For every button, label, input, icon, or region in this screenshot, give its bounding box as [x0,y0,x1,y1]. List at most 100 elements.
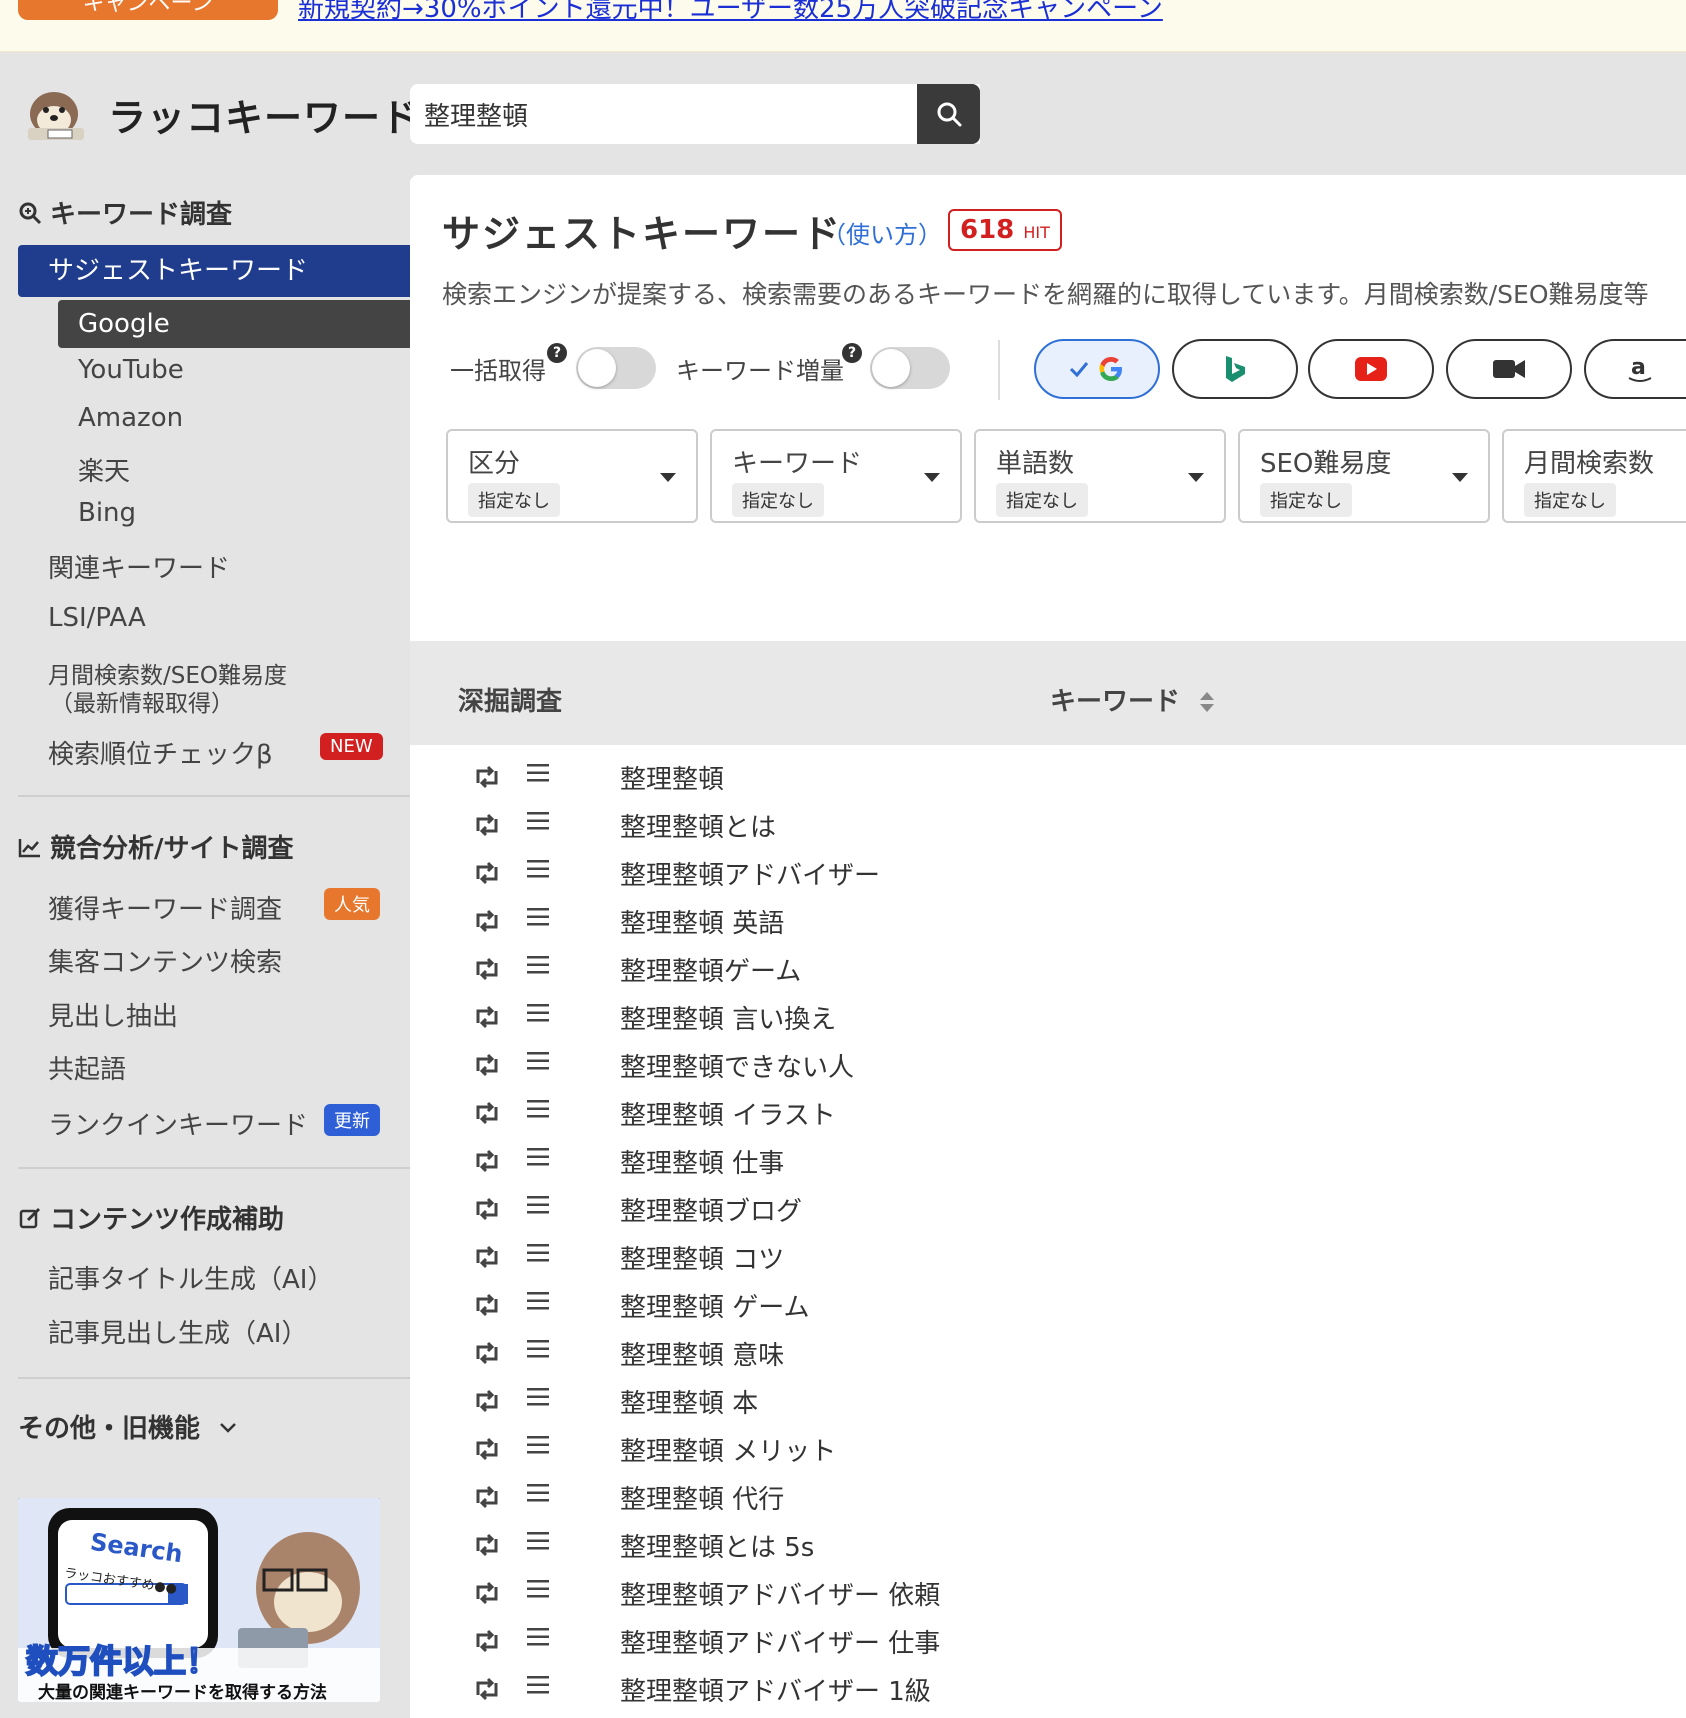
dig-deeper-icon[interactable] [472,1483,502,1511]
dig-deeper-icon[interactable] [472,1675,502,1703]
menu-icon[interactable] [526,1673,550,1697]
menu-icon[interactable] [526,1529,550,1553]
dig-deeper-icon[interactable] [472,763,502,791]
keyword-text[interactable]: 整理整頓 [620,759,724,796]
dig-deeper-icon[interactable] [472,859,502,887]
sidebar-subitem-google[interactable]: Google [58,300,410,348]
engine-amazon-button[interactable]: a [1584,339,1686,399]
engine-video-button[interactable] [1446,339,1572,399]
search-button[interactable] [917,84,980,144]
filter-seo-difficulty[interactable]: SEO難易度 指定なし [1238,429,1490,523]
sidebar-item-cooccurrence[interactable]: 共起語 [48,1049,126,1086]
column-keyword[interactable]: キーワード [1050,681,1215,718]
keyword-text[interactable]: 整理整頓できない人 [620,1047,854,1084]
help-icon[interactable]: ? [547,343,567,363]
sidebar-item-rank-check[interactable]: 検索順位チェックβ [48,734,273,771]
keyword-text[interactable]: 整理整頓 言い換え [620,999,836,1036]
sidebar-item-rankin-keywords[interactable]: ランクインキーワード [48,1105,308,1142]
sidebar-item-acquired-keywords[interactable]: 獲得キーワード調査 [48,889,282,926]
sidebar-item-lsi-paa[interactable]: LSI/PAA [48,603,146,633]
menu-icon[interactable] [526,1193,550,1217]
filter-category[interactable]: 区分 指定なし [446,429,698,523]
menu-icon[interactable] [526,1049,550,1073]
engine-google-button[interactable] [1034,339,1160,399]
menu-icon[interactable] [526,1577,550,1601]
keyword-text[interactable]: 整理整頓 代行 [620,1479,784,1516]
keyword-text[interactable]: 整理整頓 コツ [620,1239,784,1276]
dig-deeper-icon[interactable] [472,1627,502,1655]
filter-monthly-volume[interactable]: 月間検索数 指定なし [1502,429,1686,523]
keyword-text[interactable]: 整理整頓アドバイザー 仕事 [620,1623,940,1660]
sidebar-item-heading-extract[interactable]: 見出し抽出 [48,996,178,1033]
promo-banner[interactable]: Search ラッコおすすめ●● 数万件以上！ 大量の関連キーワードを取得する方… [18,1498,380,1702]
campaign-link[interactable]: 新規契約→30%ポイント還元中！ユーザー数25万人突破記念キャンペーン [298,0,1163,25]
filter-word-count[interactable]: 単語数 指定なし [974,429,1226,523]
keyword-text[interactable]: 整理整頓ゲーム [620,951,801,988]
dig-deeper-icon[interactable] [472,1339,502,1367]
menu-icon[interactable] [526,761,550,785]
help-icon[interactable]: ? [842,343,862,363]
keyword-text[interactable]: 整理整頓 意味 [620,1335,784,1372]
sidebar-item-title-gen[interactable]: 記事タイトル生成（AI） [48,1259,333,1296]
menu-icon[interactable] [526,1433,550,1457]
dig-deeper-icon[interactable] [472,811,502,839]
sidebar-item-heading-gen[interactable]: 記事見出し生成（AI） [48,1313,307,1350]
menu-icon[interactable] [526,1337,550,1361]
keyword-text[interactable]: 整理整頓 本 [620,1383,758,1420]
campaign-button[interactable]: キャンペーン [18,0,278,20]
keyword-boost-toggle[interactable] [870,347,950,389]
sidebar-subitem-rakuten[interactable]: 楽天 [78,451,130,488]
dig-deeper-icon[interactable] [472,907,502,935]
dig-deeper-icon[interactable] [472,955,502,983]
engine-youtube-button[interactable] [1308,339,1434,399]
menu-icon[interactable] [526,953,550,977]
keyword-text[interactable]: 整理整頓 メリット [620,1431,836,1468]
menu-icon[interactable] [526,1289,550,1313]
logo[interactable]: ラッコキーワード [18,84,420,144]
dig-deeper-icon[interactable] [472,1579,502,1607]
sidebar-subitem-bing[interactable]: Bing [78,498,136,528]
search-input[interactable] [424,94,884,134]
dig-deeper-icon[interactable] [472,1531,502,1559]
menu-icon[interactable] [526,1625,550,1649]
dig-deeper-icon[interactable] [472,1291,502,1319]
bulk-fetch-toggle[interactable] [576,347,656,389]
sidebar-item-volume-sub[interactable]: （最新情報取得） [50,684,234,718]
dig-deeper-icon[interactable] [472,1195,502,1223]
keyword-text[interactable]: 整理整頓アドバイザー [620,855,880,892]
menu-icon[interactable] [526,1145,550,1169]
menu-icon[interactable] [526,1097,550,1121]
menu-icon[interactable] [526,1385,550,1409]
engine-bing-button[interactable] [1172,339,1298,399]
dig-deeper-icon[interactable] [472,1099,502,1127]
dig-deeper-icon[interactable] [472,1003,502,1031]
keyword-text[interactable]: 整理整頓とは [620,807,776,844]
dig-deeper-icon[interactable] [472,1051,502,1079]
menu-icon[interactable] [526,1001,550,1025]
sidebar-subitem-amazon[interactable]: Amazon [78,403,183,433]
menu-icon[interactable] [526,809,550,833]
section-others[interactable]: その他・旧機能 [18,1408,240,1445]
menu-icon[interactable] [526,1481,550,1505]
sidebar-item-content-search[interactable]: 集客コンテンツ検索 [48,942,282,979]
sidebar-item-suggest[interactable]: サジェストキーワード [18,245,410,297]
keyword-text[interactable]: 整理整頓 英語 [620,903,784,940]
keyword-text[interactable]: 整理整頓アドバイザー 1級 [620,1671,931,1708]
dig-deeper-icon[interactable] [472,1147,502,1175]
menu-icon[interactable] [526,905,550,929]
dig-deeper-icon[interactable] [472,1435,502,1463]
keyword-text[interactable]: 整理整頓とは 5s [620,1527,814,1564]
keyword-text[interactable]: 整理整頓 イラスト [620,1095,836,1132]
filter-keyword[interactable]: キーワード 指定なし [710,429,962,523]
keyword-text[interactable]: 整理整頓アドバイザー 依頼 [620,1575,940,1612]
menu-icon[interactable] [526,857,550,881]
keyword-text[interactable]: 整理整頓 仕事 [620,1143,784,1180]
keyword-text[interactable]: 整理整頓ブログ [620,1191,802,1228]
sidebar-subitem-youtube[interactable]: YouTube [78,355,184,385]
sidebar-item-related[interactable]: 関連キーワード [48,548,230,585]
menu-icon[interactable] [526,1241,550,1265]
dig-deeper-icon[interactable] [472,1243,502,1271]
keyword-text[interactable]: 整理整頓 ゲーム [620,1287,810,1324]
howto-link[interactable]: （使い方） [822,215,942,250]
dig-deeper-icon[interactable] [472,1387,502,1415]
